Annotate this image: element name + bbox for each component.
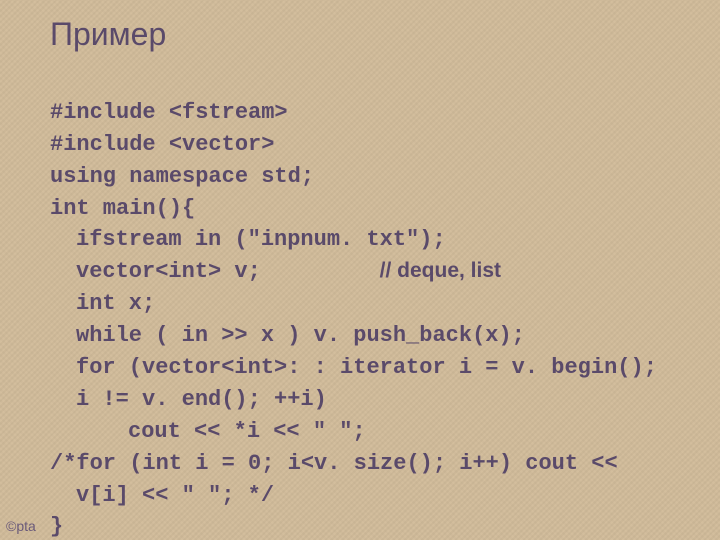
code-line: int main(){ (50, 196, 195, 221)
code-block: #include <fstream> #include <vector> usi… (50, 65, 670, 540)
code-line: /*for (int i = 0; i<v. size(); i++) cout… (50, 451, 618, 476)
slide: Пример #include <fstream> #include <vect… (0, 0, 720, 540)
code-line: #include <fstream> (50, 100, 288, 125)
copyright-footer: ©pta (6, 518, 36, 534)
code-line: #include <vector> (50, 132, 274, 157)
code-line: for (vector<int>: : iterator i = v. begi… (50, 352, 657, 384)
code-line: } (50, 514, 63, 539)
code-line: vector<int> v; // deque, list (50, 256, 501, 288)
code-line: using namespace std; (50, 164, 314, 189)
slide-title: Пример (50, 16, 670, 53)
code-line: while ( in >> x ) v. push_back(x); (50, 320, 525, 352)
code-line: int x; (50, 288, 155, 320)
code-comment: // deque, list (380, 259, 501, 282)
code-line: i != v. end(); ++i) (50, 384, 327, 416)
code-line: ifstream in ("inpnum. txt"); (50, 224, 446, 256)
code-line: cout << *i << " "; (50, 416, 366, 448)
code-line: v[i] << " "; */ (50, 480, 274, 512)
